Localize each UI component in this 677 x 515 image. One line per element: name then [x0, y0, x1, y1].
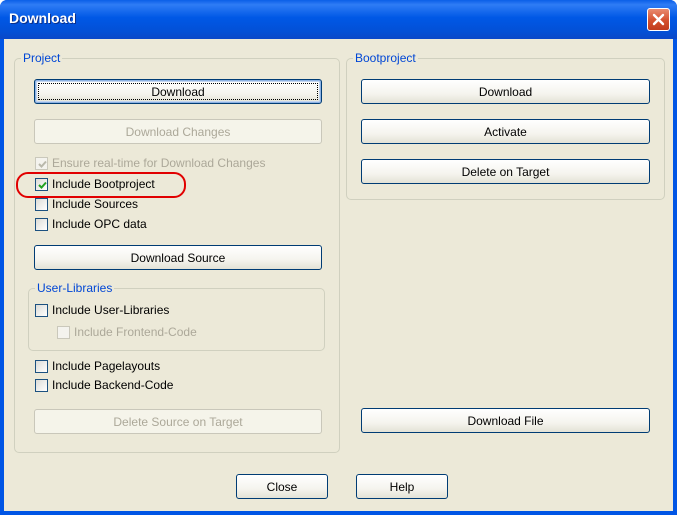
download-changes-label: Download Changes [125, 124, 231, 139]
download-source-label: Download Source [130, 250, 226, 265]
download-file-label: Download File [467, 413, 544, 428]
help-button[interactable]: Help [356, 474, 448, 499]
include-user-libraries-label: Include User-Libraries [52, 303, 170, 317]
title-bar[interactable]: Download [0, 0, 677, 39]
close-x-icon [652, 13, 665, 26]
delete-on-target-button[interactable]: Delete on Target [361, 159, 650, 184]
close-button[interactable]: Close [236, 474, 328, 499]
include-opc-checkbox[interactable]: Include OPC data [35, 216, 147, 232]
include-backend-label: Include Backend-Code [52, 378, 174, 392]
activate-label: Activate [484, 124, 527, 139]
include-pagelayouts-checkbox[interactable]: Include Pagelayouts [35, 358, 160, 374]
help-label: Help [389, 479, 415, 494]
checkmark-icon [38, 160, 47, 168]
dialog-client-area: Project Download Download Changes Ensure… [4, 39, 673, 511]
include-frontend-checkbox[interactable]: Include Frontend-Code [57, 324, 197, 340]
include-sources-checkbox[interactable]: Include Sources [35, 196, 138, 212]
ensure-realtime-label: Ensure real-time for Download Changes [52, 156, 266, 170]
user-libraries-group: User-Libraries [28, 281, 325, 351]
bootproject-group-label: Bootproject [353, 51, 418, 65]
include-opc-label: Include OPC data [52, 217, 147, 231]
close-window-button[interactable] [647, 8, 670, 31]
include-frontend-label: Include Frontend-Code [74, 325, 197, 339]
download-file-button[interactable]: Download File [361, 408, 650, 433]
include-pagelayouts-label: Include Pagelayouts [52, 359, 161, 373]
include-backend-checkbox[interactable]: Include Backend-Code [35, 377, 173, 393]
window-title: Download [9, 10, 76, 26]
delete-source-label: Delete Source on Target [113, 414, 243, 429]
download-dialog: Download Project Download Download Chang… [0, 0, 677, 515]
include-user-libraries-checkbox[interactable]: Include User-Libraries [35, 302, 169, 318]
activate-button[interactable]: Activate [361, 119, 650, 144]
annotation-highlight-ring [16, 172, 186, 198]
delete-on-target-label: Delete on Target [461, 164, 550, 179]
download-changes-button[interactable]: Download Changes [34, 119, 322, 144]
download-source-button[interactable]: Download Source [34, 245, 322, 270]
bootproject-download-button[interactable]: Download [361, 79, 650, 104]
bootproject-download-label: Download [478, 84, 533, 99]
ensure-realtime-checkbox[interactable]: Ensure real-time for Download Changes [35, 155, 265, 171]
close-label: Close [266, 479, 298, 494]
project-group-label: Project [21, 51, 63, 65]
user-libraries-group-label: User-Libraries [35, 281, 115, 295]
delete-source-button[interactable]: Delete Source on Target [34, 409, 322, 434]
include-sources-label: Include Sources [52, 197, 139, 211]
project-download-button[interactable]: Download [34, 79, 322, 104]
